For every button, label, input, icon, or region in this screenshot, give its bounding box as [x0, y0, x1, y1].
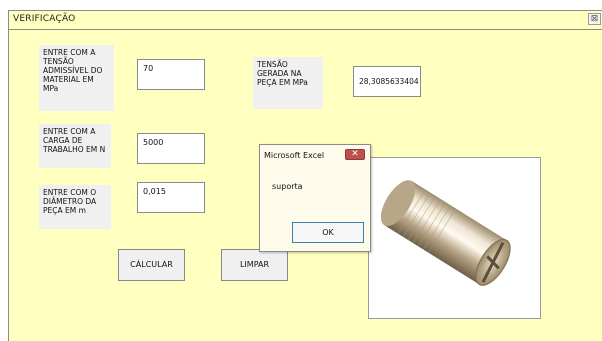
form-close-icon[interactable]: ⊠ [588, 13, 601, 25]
carga-input[interactable]: 5000 [137, 133, 205, 164]
label-diametro: ENTRE COM O DIÂMETRO DA PEÇA EM m [39, 185, 111, 229]
form-title: VERIFICAÇÃO [13, 14, 76, 24]
label-tensao-gerada: TENSÃO GERADA NA PEÇA EM MPa [253, 57, 323, 109]
limpar-button[interactable]: LIMPAR [221, 249, 288, 281]
pin-image-frame [368, 157, 541, 319]
dialog-title: Microsoft Excel [264, 151, 325, 160]
label-tensao-admissivel: ENTRE COM A TENSÃO ADMISSÍVEL DO MATERIA… [39, 45, 114, 111]
tensao-gerada-output[interactable]: 28,3085633404 [353, 66, 421, 97]
calcular-button[interactable]: CÁLCULAR [118, 249, 185, 281]
form-titlebar: VERIFICAÇÃO ⊠ [9, 11, 602, 30]
excel-message-dialog: Microsoft Excel ✕ suporta OK [259, 144, 371, 252]
metal-pin-image [380, 180, 511, 286]
dialog-ok-button[interactable]: OK [292, 222, 364, 243]
dialog-message: suporta [272, 182, 303, 191]
tensao-admissivel-input[interactable]: 70 [137, 59, 205, 90]
label-carga: ENTRE COM A CARGA DE TRABALHO EM N [39, 124, 111, 168]
diametro-input[interactable]: 0,015 [137, 182, 205, 213]
dialog-close-icon[interactable]: ✕ [345, 149, 365, 160]
